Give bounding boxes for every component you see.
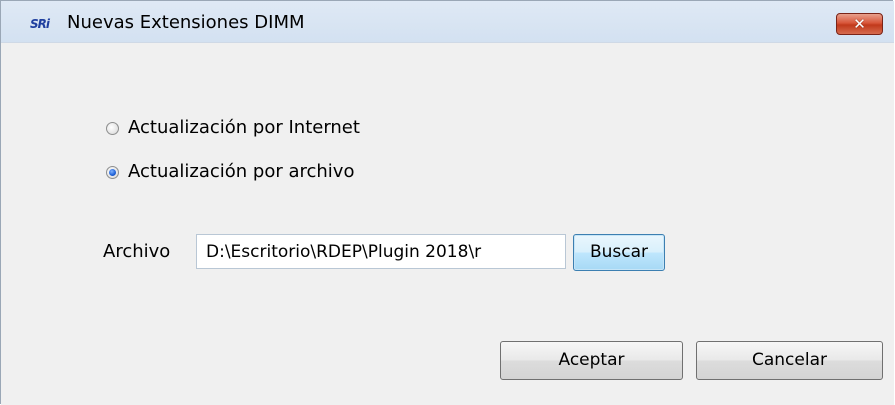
browse-button[interactable]: Buscar (573, 234, 665, 271)
sri-app-icon: SRi (30, 16, 58, 33)
radio-internet-label: Actualización por Internet (128, 117, 360, 138)
close-icon: ✕ (853, 15, 866, 33)
file-label: Archivo (103, 241, 171, 262)
radio-option-internet[interactable]: Actualización por Internet (106, 116, 360, 140)
app-icon-text: SRi (30, 17, 50, 31)
dialog-window: SRi Nuevas Extensiones DIMM ✕ Actualizac… (0, 0, 894, 405)
radio-option-archivo[interactable]: Actualización por archivo (106, 160, 354, 184)
cancel-button[interactable]: Cancelar (696, 341, 883, 380)
title-bar[interactable]: SRi Nuevas Extensiones DIMM ✕ (1, 1, 894, 43)
window-title: Nuevas Extensiones DIMM (67, 12, 305, 33)
accept-button[interactable]: Aceptar (500, 341, 683, 380)
close-button[interactable]: ✕ (836, 13, 883, 35)
radio-archivo[interactable] (106, 165, 119, 179)
radio-archivo-label: Actualización por archivo (128, 161, 355, 182)
dialog-content: Actualización por Internet Actualización… (1, 43, 894, 405)
radio-internet[interactable] (106, 121, 119, 135)
file-path-input[interactable] (196, 234, 566, 269)
